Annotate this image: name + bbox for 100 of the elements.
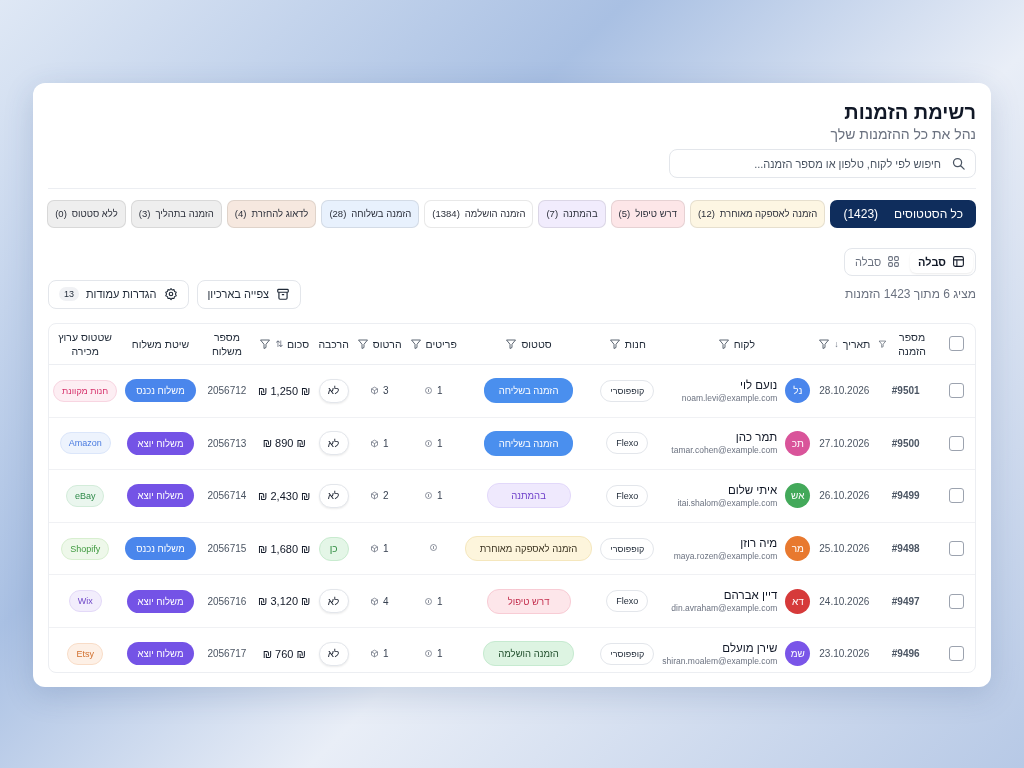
column-header: הרטוס: [372, 336, 402, 352]
column-header: סטטוס: [521, 336, 552, 352]
column-header: פריטים: [425, 336, 457, 352]
filter-icon[interactable]: [409, 337, 422, 350]
channel-tag: Amazon: [59, 432, 111, 455]
order-date: 25.10.2026: [819, 543, 870, 555]
cartons-count: 3: [382, 385, 389, 397]
items-count: 1: [436, 385, 443, 397]
search-field[interactable]: חיפוש לפי לקוח, טלפון או מספר הזמנה...: [669, 149, 976, 178]
row-checkbox[interactable]: [948, 435, 964, 451]
assembly-tag: לא: [318, 378, 349, 403]
view-option[interactable]: סבלה: [847, 251, 909, 273]
grid-icon: [887, 255, 901, 269]
order-date: 28.10.2026: [819, 385, 870, 397]
amount: ₪ 2,430 ₪: [258, 489, 311, 502]
box-icon: [369, 386, 379, 396]
avatar: דא: [785, 588, 811, 614]
channel-tag: Wix: [68, 590, 102, 613]
customer-email: tamar.cohen@example.com: [671, 445, 778, 456]
info-icon: [423, 491, 433, 501]
page-subtitle: נהל את כל ההזמנות שלך: [830, 126, 976, 142]
view-option[interactable]: סבלה: [910, 251, 973, 273]
assembly-tag: כן: [318, 536, 349, 561]
info-icon: [423, 438, 433, 448]
column-header: מספר משלוח: [210, 329, 243, 359]
channel-tag: eBay: [65, 484, 105, 507]
info-icon: [423, 386, 433, 396]
channel-tag: חנות מקוונת: [53, 379, 118, 402]
customer-email: shiran.moalem@example.com: [662, 655, 778, 666]
shipping-method-tag: משלוח יוצא: [126, 642, 195, 666]
row-checkbox[interactable]: [948, 646, 964, 662]
count-badge: 13: [59, 287, 79, 302]
column-header: הרכבה: [318, 336, 349, 352]
order-date: 27.10.2026: [819, 437, 870, 449]
order-number: #9499: [891, 490, 920, 502]
sort-icon[interactable]: ↓: [834, 338, 839, 349]
shipment-number: 2056717: [207, 648, 247, 660]
filter-icon[interactable]: [608, 337, 621, 350]
shipment-number: 2056716: [207, 595, 247, 607]
filter-icon[interactable]: [717, 337, 730, 350]
avatar: אש: [785, 483, 811, 509]
amount: ₪ 760 ₪: [262, 647, 306, 660]
shipment-number: 2056715: [207, 543, 247, 555]
customer-name: שירן מועלם: [722, 641, 778, 654]
assembly-tag: לא: [318, 483, 349, 508]
assembly-tag: לא: [318, 589, 349, 614]
info-icon: [428, 543, 438, 553]
amount: ₪ 3,120 ₪: [258, 595, 311, 608]
info-icon: [423, 649, 433, 659]
row-checkbox[interactable]: [948, 488, 964, 504]
status-pill: הזמנה הושלמה: [483, 641, 574, 667]
filter-icon[interactable]: [356, 337, 369, 350]
cartons-count: 4: [382, 595, 389, 607]
customer-name: נועם לוי: [740, 378, 778, 391]
row-checkbox[interactable]: [948, 383, 964, 399]
column-header: לקוח: [733, 336, 755, 352]
status-pill: הזמנה בשליחה: [483, 378, 574, 404]
items-count: 1: [436, 648, 443, 660]
filter-icon[interactable]: [259, 337, 272, 350]
customer-email: din.avraham@example.com: [671, 603, 778, 614]
cartons-count: 1: [382, 543, 389, 555]
cartons-count: 1: [382, 437, 389, 449]
select-all-checkbox[interactable]: [948, 336, 964, 352]
column-header: סכום: [286, 336, 310, 352]
assembly-tag: לא: [318, 431, 349, 456]
shipping-method-tag: משלוח יוצא: [126, 589, 195, 613]
order-number: #9501: [891, 385, 920, 397]
assembly-tag: לא: [318, 641, 349, 666]
info-icon: [423, 596, 433, 606]
shipment-number: 2056714: [207, 490, 247, 502]
customer-email: itai.shalom@example.com: [677, 497, 778, 508]
amount: ₪ 1,250 ₪: [258, 384, 311, 397]
avatar: נל: [785, 378, 811, 404]
customer-name: תמר כהן: [735, 431, 778, 444]
order-number: #9497: [891, 595, 920, 607]
sort-icon[interactable]: ⇅: [275, 338, 283, 349]
shipping-method-tag: משלוח יוצא: [126, 484, 195, 508]
box-icon: [369, 438, 379, 448]
filter-icon[interactable]: [818, 337, 831, 350]
order-date: 26.10.2026: [819, 490, 870, 502]
customer-name: איתי שלום: [727, 483, 778, 496]
amount: ₪ 1,680 ₪: [258, 542, 311, 555]
status-pill: דרש טיפול: [486, 588, 571, 614]
filter-icon[interactable]: [878, 338, 888, 350]
column-header: חנות: [624, 336, 646, 352]
page-title: רשימת הזמנות: [844, 101, 976, 124]
archive-button[interactable]: צפייה בארכיון: [196, 280, 302, 309]
filter-icon[interactable]: [505, 337, 518, 350]
table-icon: [952, 255, 965, 269]
items-count: 1: [436, 595, 443, 607]
cartons-count: 2: [382, 490, 389, 502]
amount: ₪ 890 ₪: [262, 437, 306, 450]
cartons-count: 1: [382, 648, 389, 660]
box-icon: [369, 544, 379, 554]
settings-icon: [163, 287, 178, 302]
column-header: שטטוס ערוץ מכירה: [57, 329, 113, 359]
shipment-number: 2056712: [207, 385, 247, 397]
row-checkbox[interactable]: [948, 541, 964, 557]
channel-tag: Shopify: [61, 537, 110, 560]
row-checkbox[interactable]: [948, 593, 964, 609]
